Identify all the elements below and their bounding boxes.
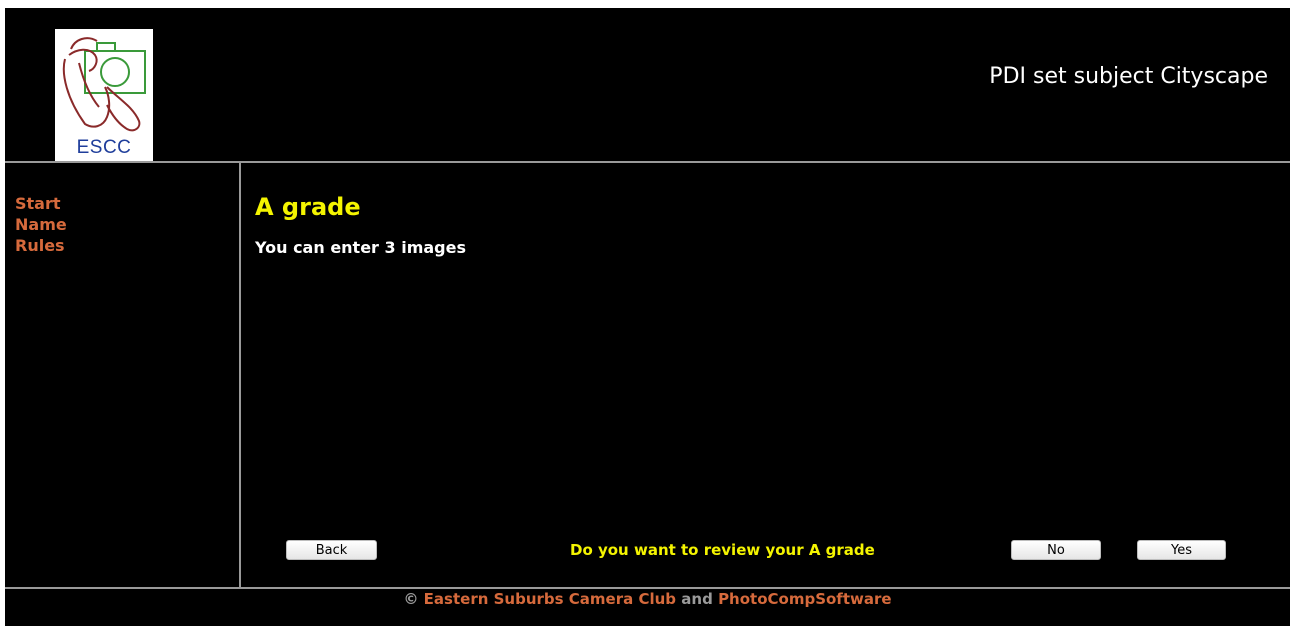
grade-heading: A grade	[255, 193, 361, 221]
page-frame: ESCC PDI set subject Cityscape Start Nam…	[5, 8, 1290, 626]
footer-and-text: and	[681, 590, 713, 608]
sidebar-item-name[interactable]: Name	[15, 214, 67, 235]
back-button[interactable]: Back	[286, 540, 377, 560]
logo-text: ESCC	[76, 137, 132, 158]
review-question: Do you want to review your A grade	[570, 541, 875, 559]
sidebar-item-rules[interactable]: Rules	[15, 235, 67, 256]
software-link[interactable]: PhotoCompSoftware	[718, 590, 892, 608]
club-logo: ESCC	[55, 29, 153, 161]
header: ESCC PDI set subject Cityscape	[5, 8, 1290, 161]
footer: © Eastern Suburbs Camera Club and PhotoC…	[5, 590, 1290, 608]
sidebar-nav: Start Name Rules	[15, 193, 67, 256]
yes-button[interactable]: Yes	[1137, 540, 1226, 560]
page-title: PDI set subject Cityscape	[989, 64, 1268, 89]
copyright-symbol: ©	[403, 590, 419, 608]
no-button[interactable]: No	[1011, 540, 1101, 560]
header-divider	[5, 161, 1290, 163]
sidebar-item-start[interactable]: Start	[15, 193, 67, 214]
camera-hands-icon	[62, 37, 146, 132]
sidebar-divider	[239, 163, 241, 588]
footer-divider	[5, 587, 1290, 589]
club-link[interactable]: Eastern Suburbs Camera Club	[424, 590, 676, 608]
entry-limit-text: You can enter 3 images	[255, 238, 466, 257]
